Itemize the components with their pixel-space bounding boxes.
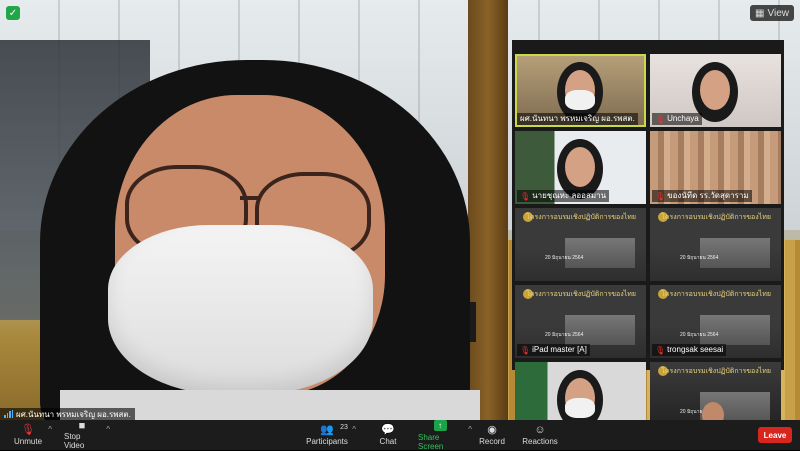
- muted-mic-icon: 🎙: [655, 114, 666, 124]
- participant-name-tag: 🎙 iPad master [A]: [517, 344, 590, 356]
- participant-name: iPad master [A]: [532, 345, 587, 354]
- share-options-chevron-icon[interactable]: ^: [468, 425, 472, 434]
- slide-building-image: [565, 315, 635, 345]
- reactions-label: Reactions: [522, 437, 558, 446]
- main-speaker-name-tag: ผศ.นันทนา พรหมเจริญ ผอ.รพสต.: [0, 408, 135, 420]
- slide-title: โครงการอบรมเชิงปฏิบัติการของไทย: [661, 291, 771, 298]
- audio-options-chevron-icon[interactable]: ^: [48, 425, 52, 434]
- slide-date: 20 มิถุนายน 2564: [680, 332, 719, 338]
- gallery-tile[interactable]: โครงการอบรมเชิงปฏิบัติการของไทย 20 มิถุนา…: [515, 285, 646, 358]
- gallery-panel: ผศ.นันทนา พรหมเจริญ ผอ.รพสต. 🎙 Unchaya 🎙 นาย…: [512, 40, 784, 435]
- slide-title: โครงการอบรมเชิงปฏิบัติการของไทย: [661, 368, 771, 375]
- participant-name: นายชุณหะ ลออสมาน: [532, 191, 607, 200]
- participant-name: Unchaya: [667, 114, 699, 123]
- participants-button[interactable]: 👥 23 Participants ^: [306, 420, 356, 450]
- muted-mic-icon: 🎙: [21, 424, 35, 436]
- record-button[interactable]: ◉ Record: [479, 420, 505, 450]
- slide-date: 20 มิถุนายน 2564: [545, 255, 584, 261]
- participants-label: Participants: [306, 437, 348, 446]
- share-screen-icon: ↑: [433, 419, 447, 431]
- gallery-tile[interactable]: โครงการอบรมเชิงปฏิบัติการของไทย 20 มิถุนา…: [650, 285, 781, 358]
- signal-strength-icon: [4, 410, 13, 418]
- gallery-tile[interactable]: 🎙 ของนัทีด รร.วัดสุดาราม: [650, 131, 781, 204]
- gallery-tile[interactable]: โครงการอบรมเชิงปฏิบัติการของไทย 20 มิถุนา…: [650, 208, 781, 281]
- participant-mask: [565, 90, 595, 110]
- reactions-icon: ☺: [534, 424, 546, 436]
- gallery-grid: ผศ.นันทนา พรหมเจริญ ผอ.รพสต. 🎙 Unchaya 🎙 นาย…: [515, 54, 781, 435]
- background-pillar: [468, 0, 508, 420]
- participant-name: ผศ.นันทนา พรหมเจริญ ผอ.รพสต.: [520, 114, 635, 123]
- participant-name-tag: 🎙 trongsak seesai: [652, 344, 727, 356]
- stop-video-label: Stop Video: [64, 432, 85, 450]
- slide-date: 20 มิถุนายน 2564: [680, 255, 719, 261]
- video-options-chevron-icon[interactable]: ^: [106, 425, 110, 434]
- participant-name: ของนัทีด รร.วัดสุดาราม: [667, 191, 749, 200]
- gallery-tile[interactable]: โครงการอบรมเชิงปฏิบัติการของไทย 20 มิถุนา…: [515, 208, 646, 281]
- view-button[interactable]: ▦ View: [750, 5, 794, 21]
- reactions-button[interactable]: ☺ Reactions: [522, 420, 558, 450]
- muted-mic-icon: 🎙: [655, 345, 666, 355]
- participant-name-tag: 🎙 ของนัทีด รร.วัดสุดาราม: [652, 190, 752, 202]
- slide-building-image: [700, 315, 770, 345]
- participant-name-tag: 🎙 นายชุณหะ ลออสมาน: [517, 190, 610, 202]
- slide-building-image: [565, 238, 635, 268]
- grid-icon: ▦: [755, 7, 765, 19]
- leave-button[interactable]: Leave: [758, 427, 792, 443]
- chat-button[interactable]: 💬 Chat: [378, 420, 398, 450]
- slide-date: 20 มิถุนายน 2564: [545, 332, 584, 338]
- unmute-label: Unmute: [14, 437, 43, 446]
- participants-count: 23: [340, 424, 348, 431]
- muted-mic-icon: 🎙: [520, 191, 531, 201]
- meeting-toolbar: 🎙 Unmute ^ ■ Stop Video ^ 👥 23 Participan…: [0, 419, 800, 451]
- participant-face: [565, 147, 595, 187]
- participant-face: [700, 70, 730, 110]
- main-speaker-name: ผศ.นันทนา พรหมเจริญ ผอ.รพสต.: [16, 409, 131, 419]
- share-screen-button[interactable]: ↑ Share Screen ^: [418, 419, 472, 451]
- participant-mask: [565, 398, 595, 418]
- encryption-shield-icon[interactable]: ✓: [6, 6, 20, 20]
- video-camera-icon: ■: [78, 420, 86, 432]
- gallery-tile[interactable]: ผศ.นันทนา พรหมเจริญ ผอ.รพสต.: [515, 54, 646, 127]
- face-mask: [108, 225, 373, 395]
- participants-icon: 👥 23: [320, 424, 348, 436]
- muted-mic-icon: 🎙: [520, 345, 531, 355]
- slide-title: โครงการอบรมเชิงปฏิบัติการของไทย: [526, 214, 636, 221]
- slide-title: โครงการอบรมเชิงปฏิบัติการของไทย: [526, 291, 636, 298]
- record-label: Record: [479, 437, 505, 446]
- participant-name-tag: ผศ.นันทนา พรหมเจริญ ผอ.รพสต.: [517, 113, 638, 125]
- stop-video-button[interactable]: ■ Stop Video ^: [64, 420, 110, 450]
- slide-title: โครงการอบรมเชิงปฏิบัติการของไทย: [661, 214, 771, 221]
- slide-building-image: [700, 238, 770, 268]
- participant-name-tag: 🎙 Unchaya: [652, 113, 702, 125]
- glasses-bridge: [240, 196, 258, 200]
- unmute-button[interactable]: 🎙 Unmute ^: [14, 420, 52, 450]
- gallery-tile[interactable]: 🎙 นายชุณหะ ลออสมาน: [515, 131, 646, 204]
- chat-icon: 💬: [381, 424, 395, 436]
- view-button-label: View: [767, 7, 790, 19]
- muted-mic-icon: 🎙: [655, 191, 666, 201]
- participants-chevron-icon[interactable]: ^: [352, 425, 356, 434]
- participant-name: trongsak seesai: [667, 345, 724, 354]
- share-screen-label: Share Screen: [418, 432, 444, 451]
- chat-label: Chat: [379, 437, 397, 446]
- record-icon: ◉: [487, 424, 497, 436]
- gallery-tile[interactable]: 🎙 Unchaya: [650, 54, 781, 127]
